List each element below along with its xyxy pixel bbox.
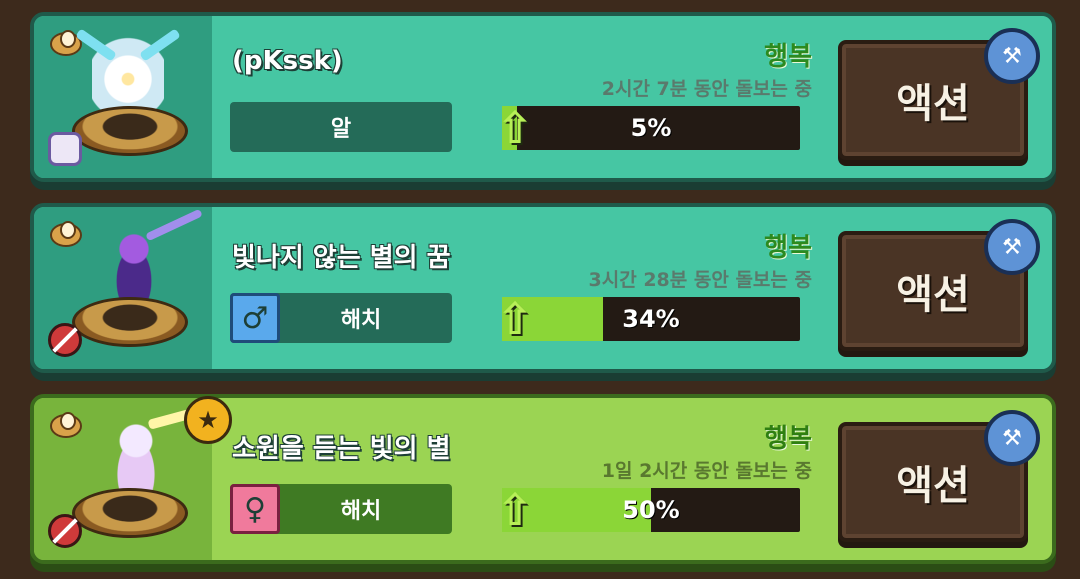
pet-card-2[interactable]: 빛나지 않는 별의 꿈 ♂ 해치 행복 3시간 28분 동안 돌보는 중 ⇧ 3… (30, 203, 1056, 373)
stage-label: 알 (330, 117, 352, 142)
egg-creature-icon (92, 34, 164, 116)
nest-icon (72, 297, 188, 347)
no-entry-icon (48, 514, 82, 548)
egg-icon (50, 221, 82, 247)
care-time-text: 3시간 28분 동안 돌보는 중 (588, 269, 812, 291)
pet-name: (pKssk) (232, 46, 343, 76)
progress-text: 34% (622, 305, 680, 333)
male-gender-icon: ♂ (230, 293, 280, 343)
progress-text: 50% (622, 496, 680, 524)
wrench-button[interactable]: ⚒ (984, 410, 1040, 466)
happiness-progress-bar: ⇧ 34% (497, 294, 800, 345)
stage-label: 해치 (340, 308, 382, 333)
egg-icon (50, 412, 82, 438)
pet-name: 빛나지 않는 별의 꿈 (232, 243, 451, 273)
pet-card-3[interactable]: 소원을 듣는 빛의 별 ♀ 해치 행복 1일 2시간 동안 돌보는 중 ⇧ 50… (30, 394, 1056, 564)
progress-text: 5% (630, 114, 672, 142)
happiness-progress-bar: ⇧ 50% (497, 485, 800, 536)
stage-label: 해치 (340, 499, 382, 524)
mood-label: 행복 (764, 424, 812, 454)
wrench-button[interactable]: ⚒ (984, 28, 1040, 84)
mood-label: 행복 (764, 42, 812, 72)
wrench-icon: ⚒ (1002, 43, 1022, 69)
pet-name: 소원을 듣는 빛의 별 (232, 434, 451, 464)
stage-badge: ♂ 해치 (230, 293, 452, 343)
happiness-progress-bar: ⇧ 5% (497, 103, 800, 154)
care-time-text: 1일 2시간 동안 돌보는 중 (601, 460, 812, 482)
pet-portrait[interactable] (34, 207, 212, 369)
mood-label: 행복 (764, 233, 812, 263)
wrench-icon: ⚒ (1002, 425, 1022, 451)
stage-badge: ♀ 해치 (230, 484, 452, 534)
light-creature-icon (104, 414, 168, 498)
pet-card-1[interactable]: (pKssk) 알 행복 2시간 7분 동안 돌보는 중 ⇧ 5% 액션 ⚒ (30, 12, 1056, 182)
wrench-button[interactable]: ⚒ (984, 219, 1040, 275)
stage-badge: 알 (230, 102, 452, 152)
nest-icon (72, 106, 188, 156)
wrench-icon: ⚒ (1002, 234, 1022, 260)
dark-creature-icon (104, 225, 164, 305)
female-gender-icon: ♀ (230, 484, 280, 534)
favorite-star-icon[interactable]: ★ (184, 396, 232, 444)
care-time-text: 2시간 7분 동안 돌보는 중 (601, 78, 812, 100)
shoe-icon (48, 132, 82, 166)
no-entry-icon (48, 323, 82, 357)
nest-icon (72, 488, 188, 538)
pet-portrait[interactable] (34, 16, 212, 178)
